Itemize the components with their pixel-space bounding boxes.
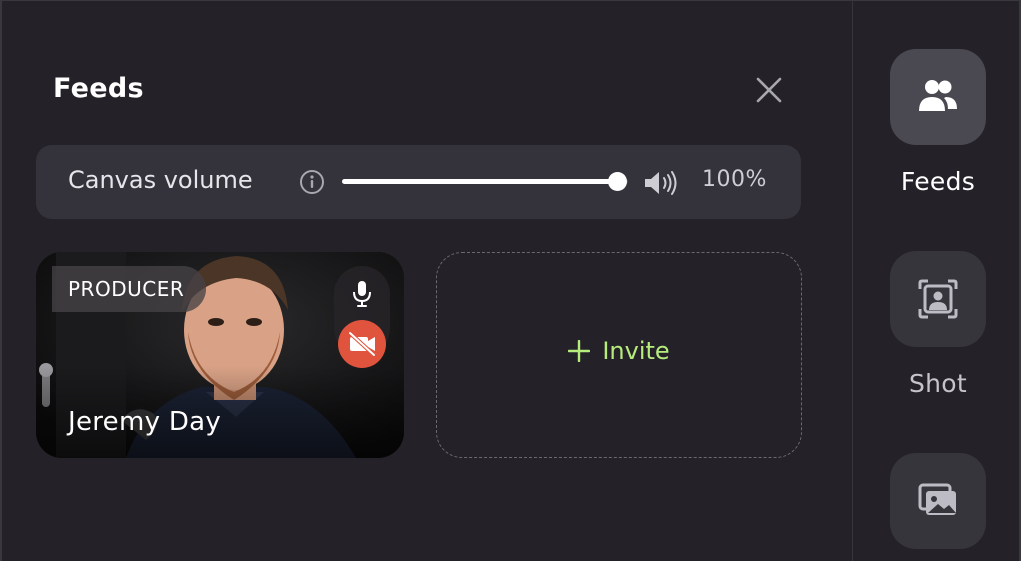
invite-button[interactable]: Invite — [436, 252, 802, 458]
shot-icon — [918, 279, 958, 319]
canvas-volume-bar: Canvas volume 100% — [36, 145, 801, 219]
volume-slider-thumb[interactable] — [608, 172, 627, 191]
rail-item-feeds[interactable]: Feeds — [890, 49, 986, 196]
speaker-icon[interactable] — [643, 169, 679, 197]
rail-label-shot: Shot — [908, 369, 967, 398]
rail-button-images[interactable] — [890, 453, 986, 549]
volume-slider-fill — [342, 179, 618, 184]
volume-slider[interactable] — [342, 171, 628, 193]
info-icon[interactable] — [299, 169, 325, 195]
invite-content: Invite — [437, 337, 801, 365]
canvas-volume-label: Canvas volume — [68, 166, 253, 194]
images-icon — [918, 483, 956, 515]
role-badge: PRODUCER — [52, 266, 207, 312]
invite-label: Invite — [602, 337, 670, 365]
volume-percent: 100% — [702, 167, 767, 192]
feeds-panel: Feeds Canvas volume 100% PRODUCER Jeremy… — [2, 1, 852, 561]
participant-feed-card[interactable]: PRODUCER Jeremy Day — [36, 252, 404, 458]
rail-button-feeds[interactable] — [890, 49, 986, 145]
rail-item-shot[interactable]: Shot — [890, 251, 986, 398]
close-button[interactable] — [750, 71, 788, 109]
camera-off-icon — [348, 331, 376, 357]
people-icon — [919, 80, 957, 111]
rail-button-shot[interactable] — [890, 251, 986, 347]
microphone-icon[interactable] — [350, 279, 374, 309]
camera-off-button[interactable] — [338, 320, 386, 368]
participant-name: Jeremy Day — [68, 407, 222, 437]
rail-item-images[interactable] — [890, 453, 986, 549]
mic-controls — [334, 266, 390, 368]
right-rail: Feeds Shot — [853, 1, 1019, 561]
plus-icon — [568, 340, 591, 362]
close-icon — [756, 77, 782, 103]
rail-label-feeds: Feeds — [900, 167, 976, 196]
panel-title: Feeds — [53, 73, 144, 104]
